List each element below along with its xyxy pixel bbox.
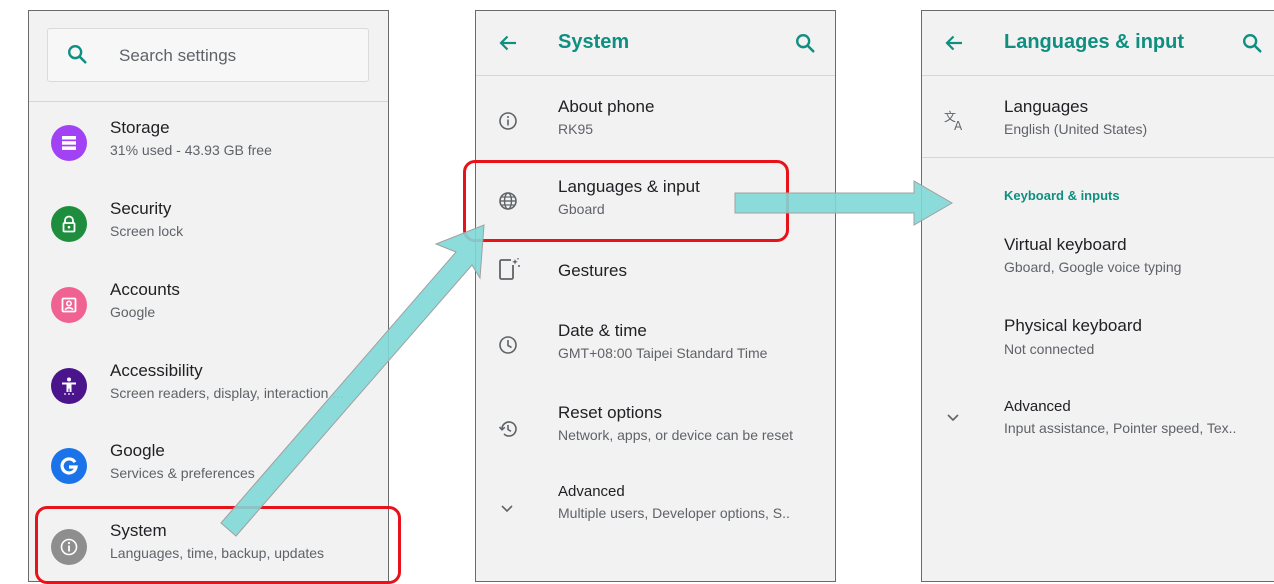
page-title: Languages & input: [1004, 31, 1184, 53]
item-subtitle: Network, apps, or device can be reset: [558, 427, 794, 443]
search-icon[interactable]: [794, 32, 816, 59]
chevron-down-icon: [944, 408, 962, 431]
settings-item-storage[interactable]: Storage 31% used - 43.93 GB free: [29, 118, 388, 188]
google-icon: [51, 448, 87, 484]
item-title: About phone: [558, 97, 655, 116]
back-arrow-icon[interactable]: [944, 33, 964, 58]
item-title: Storage: [110, 118, 170, 137]
highlight-system: [35, 506, 401, 584]
accessibility-icon: [51, 368, 87, 404]
item-title: Security: [110, 199, 172, 218]
divider: [476, 75, 835, 76]
app-bar: Languages & input: [922, 11, 1274, 75]
account-box-icon: [51, 287, 87, 323]
settings-item-accessibility[interactable]: Accessibility Screen readers, display, i…: [29, 361, 388, 431]
svg-text:A: A: [954, 119, 963, 131]
item-subtitle: Input assistance, Pointer speed, Tex..: [1004, 420, 1237, 436]
advanced-item[interactable]: Advanced Input assistance, Pointer speed…: [922, 398, 1274, 468]
back-arrow-icon[interactable]: [498, 33, 518, 58]
divider: [922, 75, 1274, 76]
physical-keyboard-item[interactable]: Physical keyboard Not connected: [922, 316, 1274, 386]
item-title: Google: [110, 441, 165, 460]
item-subtitle: Multiple users, Developer options, S..: [558, 505, 790, 521]
settings-item-accounts[interactable]: Accounts Google: [29, 280, 388, 350]
system-panel: System About phone RK95 Languages & inpu…: [475, 10, 836, 582]
chevron-down-icon: [498, 499, 516, 522]
lock-icon: [51, 206, 87, 242]
system-item-gestures[interactable]: Gestures: [476, 249, 835, 319]
info-outline-icon: [498, 111, 518, 136]
divider: [29, 101, 388, 102]
history-icon: [498, 419, 518, 444]
item-subtitle: GMT+08:00 Taipei Standard Time: [558, 345, 768, 361]
item-title: Reset options: [558, 403, 662, 422]
system-item-about-phone[interactable]: About phone RK95: [476, 93, 835, 163]
item-subtitle: English (United States): [1004, 121, 1148, 137]
item-subtitle: Gboard, Google voice typing: [1004, 259, 1182, 275]
item-subtitle: Services & preferences: [110, 465, 255, 481]
page-title: System: [558, 31, 630, 53]
search-icon: [66, 43, 88, 70]
divider: [922, 157, 1274, 158]
search-placeholder: Search settings: [119, 46, 237, 65]
item-title: Physical keyboard: [1004, 316, 1142, 335]
search-settings-field[interactable]: Search settings: [47, 28, 369, 82]
languages-item[interactable]: 文A Languages English (United States): [922, 95, 1274, 165]
item-title: Virtual keyboard: [1004, 235, 1127, 254]
item-title: Advanced: [558, 483, 625, 500]
item-title: Accounts: [110, 280, 180, 299]
item-subtitle: Google: [110, 304, 156, 320]
virtual-keyboard-item[interactable]: Virtual keyboard Gboard, Google voice ty…: [922, 233, 1274, 303]
item-title: Languages: [1004, 97, 1089, 116]
item-title: Date & time: [558, 321, 647, 340]
clock-icon: [498, 335, 518, 360]
settings-item-security[interactable]: Security Screen lock: [29, 199, 388, 269]
highlight-languages-input: [463, 160, 789, 242]
translate-icon: 文A: [944, 109, 968, 136]
search-icon[interactable]: [1241, 32, 1263, 59]
item-subtitle: Not connected: [1004, 341, 1095, 357]
item-title: Accessibility: [110, 361, 203, 380]
item-title: Advanced: [1004, 398, 1071, 415]
app-bar: System: [476, 11, 835, 75]
section-header-keyboard-inputs: Keyboard & inputs: [1004, 188, 1120, 203]
item-subtitle: Screen readers, display, interaction ...: [110, 385, 344, 401]
item-subtitle: 31% used - 43.93 GB free: [110, 142, 272, 158]
languages-input-panel: Languages & input 文A Languages English (…: [921, 10, 1274, 582]
system-item-advanced[interactable]: Advanced Multiple users, Developer optio…: [476, 483, 835, 553]
storage-icon: [51, 125, 87, 161]
system-item-reset-options[interactable]: Reset options Network, apps, or device c…: [476, 402, 835, 472]
item-subtitle: RK95: [558, 121, 594, 137]
settings-item-google[interactable]: Google Services & preferences: [29, 441, 388, 511]
item-subtitle: Screen lock: [110, 223, 184, 239]
system-item-date-time[interactable]: Date & time GMT+08:00 Taipei Standard Ti…: [476, 317, 835, 387]
gestures-icon: [498, 257, 522, 286]
settings-panel: Search settings Storage 31% used - 43.93…: [28, 10, 389, 582]
item-title: Gestures: [558, 261, 627, 280]
